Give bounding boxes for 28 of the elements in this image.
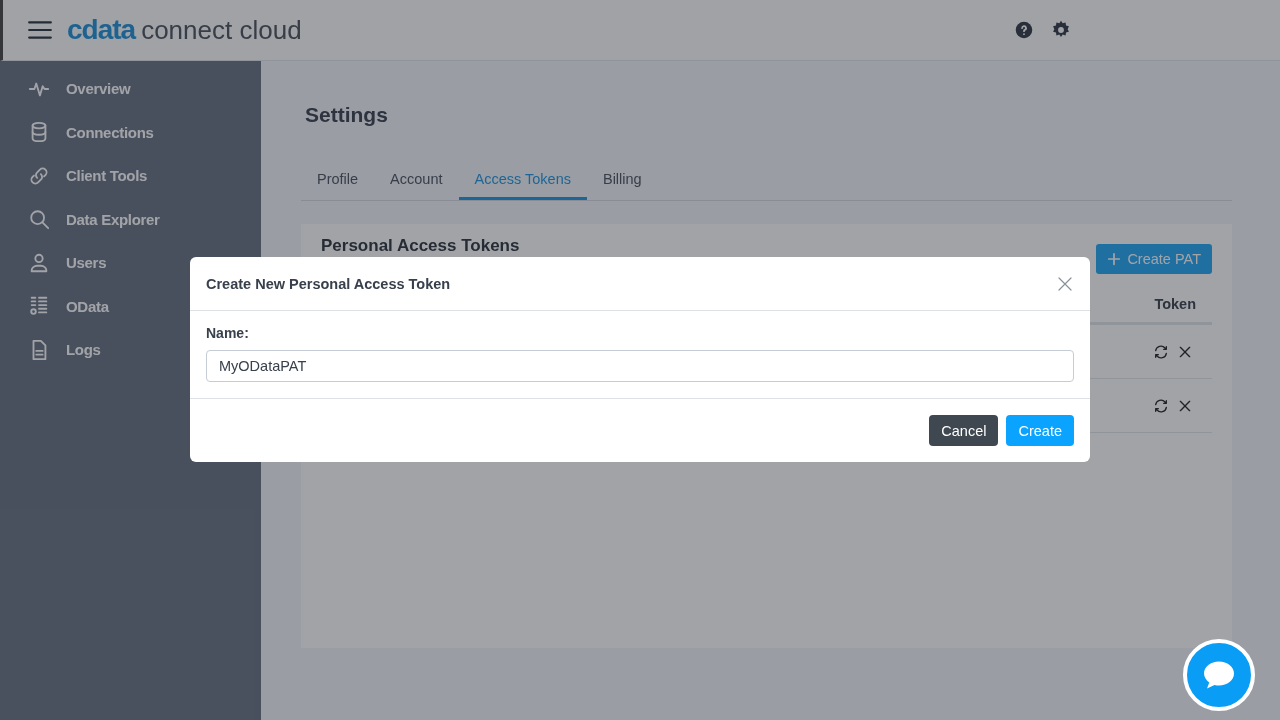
- sidebar-item[interactable]: Connections: [0, 110, 261, 154]
- list-icon: [28, 295, 50, 318]
- refresh-button[interactable]: [1152, 396, 1170, 415]
- refresh-icon: [1153, 343, 1169, 360]
- create-button[interactable]: Create: [1006, 415, 1074, 446]
- user-icon: [28, 251, 50, 274]
- cancel-button[interactable]: Cancel: [929, 415, 999, 446]
- sidebar-item[interactable]: Overview: [0, 67, 261, 111]
- tab[interactable]: Profile: [301, 163, 375, 200]
- tab[interactable]: Account: [374, 163, 459, 200]
- help-icon: [1015, 21, 1033, 39]
- plus-icon: [1107, 252, 1122, 266]
- sidebar-item[interactable]: Data Explorer: [0, 197, 261, 241]
- refresh-icon: [1153, 397, 1169, 414]
- tab[interactable]: Access Tokens: [458, 163, 587, 200]
- field-label: Name:: [206, 325, 250, 341]
- dialog-title: Create New Personal Access Token: [206, 275, 451, 292]
- name-field[interactable]: MyODataPAT: [206, 350, 1074, 382]
- card-title: Personal Access Tokens: [321, 236, 520, 256]
- logo: cdata: [67, 14, 136, 46]
- logo-text: connect cloud: [141, 15, 302, 46]
- refresh-button[interactable]: [1152, 342, 1170, 361]
- sidebar-item[interactable]: Client Tools: [0, 154, 261, 198]
- search-icon: [28, 208, 50, 231]
- column-header: Token: [1154, 296, 1196, 312]
- create-pat-button[interactable]: Create PAT: [1096, 244, 1212, 274]
- tab[interactable]: Billing: [586, 163, 658, 200]
- page-title: Settings: [305, 103, 389, 127]
